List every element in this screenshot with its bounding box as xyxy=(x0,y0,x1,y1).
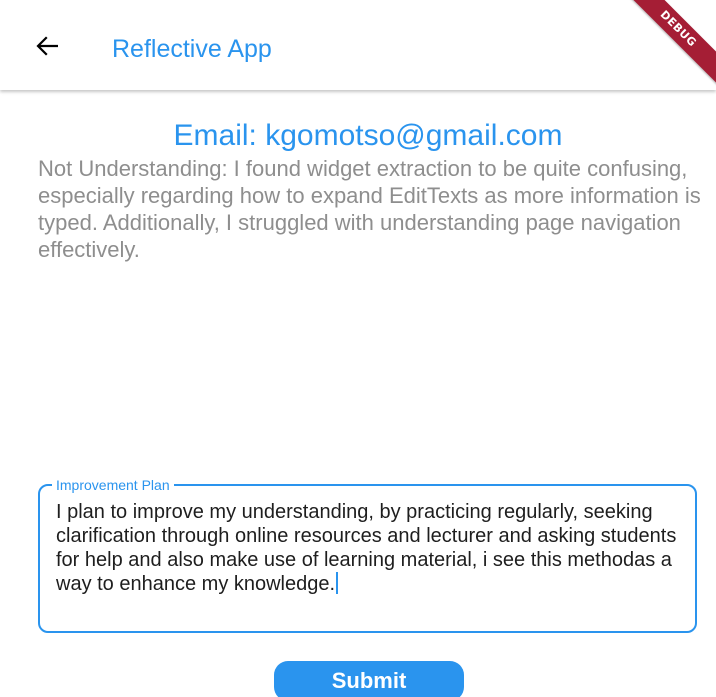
app-bar-title: Reflective App xyxy=(112,35,272,63)
not-understanding-text: Not Understanding: I found widget extrac… xyxy=(38,156,701,262)
app-screen: Reflective App DEBUG Email: kgomotso@gma… xyxy=(0,0,716,697)
improvement-plan-label: Improvement Plan xyxy=(52,476,174,494)
improvement-plan-value: I plan to improve my understanding, by p… xyxy=(56,501,677,595)
improvement-plan-field[interactable]: Improvement Plan I plan to improve my un… xyxy=(38,476,697,633)
text-cursor xyxy=(336,572,339,594)
app-bar: Reflective App xyxy=(0,0,716,90)
submit-button[interactable]: Submit xyxy=(274,661,464,697)
improvement-plan-input[interactable]: I plan to improve my understanding, by p… xyxy=(56,500,688,596)
back-button[interactable] xyxy=(30,29,64,63)
arrow-left-icon xyxy=(36,36,58,56)
email-heading: Email: kgomotso@gmail.com xyxy=(173,119,563,152)
